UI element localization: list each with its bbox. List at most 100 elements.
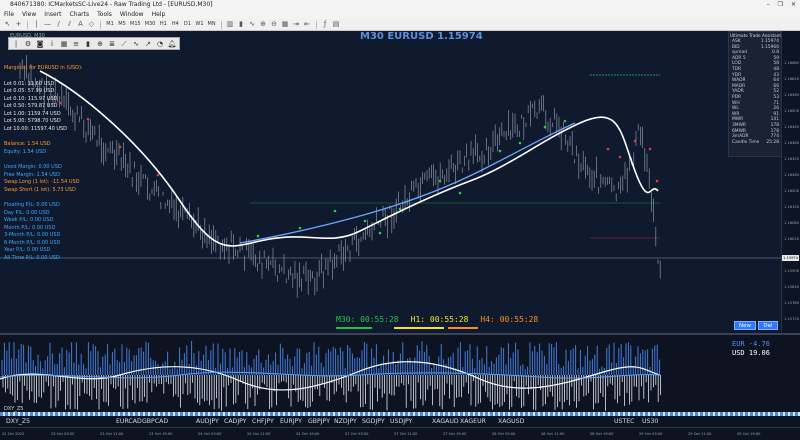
close-button[interactable]: ✕ (791, 0, 796, 10)
symbol-tab[interactable]: XAGEUR (460, 418, 486, 425)
menu-file[interactable]: File (4, 10, 14, 19)
symbol-tab[interactable]: XAGUSD (498, 418, 524, 425)
menu-view[interactable]: View (22, 10, 36, 19)
pl-row: Floating P/L: 0.00 USD (4, 202, 60, 208)
timeframe-w1[interactable]: W1 (194, 20, 204, 29)
current-price-badge: 1.15974 (782, 255, 799, 261)
timeframe-m15[interactable]: M15 (129, 20, 142, 29)
channel-icon[interactable]: ⫽ (65, 20, 74, 29)
symbol-tab[interactable]: EURCAD (116, 418, 142, 425)
timeframe-m30[interactable]: M30 (144, 20, 157, 29)
menu-help[interactable]: Help (152, 10, 166, 19)
menu-insert[interactable]: Insert (44, 10, 61, 19)
trendline-icon[interactable]: / (54, 20, 63, 29)
info-icon[interactable]: i (47, 39, 57, 49)
menu-tools[interactable]: Tools (97, 10, 112, 19)
templates-icon[interactable]: ▤ (332, 20, 341, 29)
symbol-tab[interactable]: US30 (642, 418, 658, 425)
main-chart[interactable]: | ⚙ ◙ i ▦ ≡ ▮ ⊕ ≣ ⟋ ∿ ↗ ◔ 🔔︎ EURUSD, M30… (0, 31, 800, 333)
lot-row: Lot 1.00: 1159.74 USD (4, 110, 61, 117)
symbol-tab[interactable]: USTEC (614, 418, 634, 425)
zoom-in-icon[interactable]: ⊕ (259, 20, 268, 29)
crosshair-icon[interactable]: + (14, 20, 23, 29)
pie-icon[interactable]: ◔ (155, 39, 165, 49)
buy-signal-dot (363, 219, 367, 223)
symbol-tab[interactable]: CADJPY (224, 418, 247, 425)
time-tick-label: 29 Oct 19:00 (737, 432, 761, 436)
auto-scroll-icon[interactable]: ⇥ (292, 20, 301, 29)
time-tick-label: 24 Oct 03:00 (198, 432, 222, 436)
symbol-tab[interactable]: AUDJPY (196, 418, 219, 425)
shapes-icon[interactable]: ◇ (87, 20, 96, 29)
price-axis[interactable]: 1.15974 1.16680 1.16620 1.16560 1.16500 1.16… (781, 31, 800, 333)
timeframe-m5[interactable]: M5 (117, 20, 127, 29)
chart-shift-icon[interactable]: ⇤ (303, 20, 312, 29)
toolbar-divider (27, 20, 28, 29)
camera-icon[interactable]: ◙ (35, 39, 45, 49)
chart-title: M30 EURUSD 1.15974 (360, 31, 483, 42)
symbol-tab[interactable]: NZDJPY (334, 418, 357, 425)
symbol-tab[interactable]: CHFJPY (252, 418, 274, 425)
main-toolbar: ↖ + | — / ⫽ A ◇ M1 M5 M15 M30 H1 H4 D1 W… (0, 19, 800, 31)
pl-row: Week P/L: 0.00 USD (4, 217, 54, 223)
menu-bar: File View Insert Charts Tools Window Hel… (0, 10, 800, 19)
line-chart-icon[interactable]: ∿ (248, 20, 257, 29)
window-title: 840671380: ICMarketsSC-Live24 - Raw Trad… (10, 1, 213, 8)
wave-icon[interactable]: ∿ (131, 39, 141, 49)
bar-chart-icon[interactable]: ▥ (226, 20, 235, 29)
indicators-icon[interactable]: ƒ (321, 20, 330, 29)
maximize-button[interactable]: ❐ (778, 0, 783, 10)
timeframe-m1[interactable]: M1 (105, 20, 115, 29)
price-tick-label: 1.15840 (784, 285, 799, 289)
symbol-tab[interactable]: GBPJPY (308, 418, 330, 425)
minimize-button[interactable]: – (767, 0, 770, 10)
timeframe-h4[interactable]: H4 (170, 20, 180, 29)
toolbar-divider (220, 20, 222, 29)
new-button[interactable]: New (734, 321, 756, 330)
symbol-tab[interactable]: DXY_Z5 (6, 418, 30, 425)
buy-signal-dot (398, 207, 402, 211)
text-icon[interactable]: A (76, 20, 85, 29)
symbol-tab[interactable]: XAGAUD (432, 418, 459, 425)
cursor-icon[interactable]: ↖ (3, 20, 12, 29)
symbol-tab[interactable]: GBPCAD (142, 418, 168, 425)
buy-signal-dot (563, 119, 567, 123)
menu-charts[interactable]: Charts (70, 10, 90, 19)
zoom-icon[interactable]: ⊕ (95, 39, 105, 49)
price-tick-label: 1.16260 (784, 173, 799, 177)
assistant-value: 25:28 (766, 139, 779, 145)
price-tick-label: 1.16560 (784, 93, 799, 97)
vertical-line-icon[interactable]: | (32, 20, 41, 29)
h4-timer: H4: 00:55:28 (480, 315, 539, 324)
candle-icon[interactable]: ▮ (83, 39, 93, 49)
lot-row: Lot 0.01: 11.60 USD (4, 80, 55, 87)
grid-icon[interactable]: ▦ (59, 39, 69, 49)
trend-icon[interactable]: ↗ (143, 39, 153, 49)
fibo-icon[interactable]: ≣ (107, 39, 117, 49)
assistant-title: Ultimate Trade Assistant (729, 33, 782, 38)
timeframe-h1[interactable]: H1 (158, 20, 168, 29)
horizontal-line-icon[interactable]: — (43, 20, 52, 29)
price-tick-label: 1.15720 (784, 317, 799, 321)
currency-strength-box: EUR -4.76 USD 19.06 (732, 340, 770, 358)
sell-signal-dot (606, 147, 610, 151)
currency-strength-subwindow[interactable]: DXY_Z5 EUR -4.76 USD 19.06 (0, 335, 800, 412)
timeframe-d1[interactable]: D1 (182, 20, 192, 29)
menu-window[interactable]: Window (120, 10, 144, 19)
symbol-tab[interactable]: USDJPY (390, 418, 412, 425)
candlestick-icon[interactable]: ▮ (237, 20, 246, 29)
bell-icon[interactable]: 🔔︎ (167, 39, 177, 49)
timeframe-mn[interactable]: MN (207, 20, 217, 29)
del-button[interactable]: Del (758, 321, 778, 330)
symbol-label: EURUSD, M30 (10, 33, 45, 39)
hline-icon[interactable]: ≡ (71, 39, 81, 49)
zoom-out-icon[interactable]: ⊖ (270, 20, 279, 29)
symbol-tab[interactable]: EURJPY (280, 418, 302, 425)
sell-signal-dot (618, 155, 622, 159)
symbol-tab[interactable]: SGDJPY (362, 418, 385, 425)
tile-windows-icon[interactable]: ▦ (281, 20, 290, 29)
gear-icon[interactable]: ⚙ (23, 39, 33, 49)
ruler-icon[interactable]: ⟋ (119, 39, 129, 49)
pointer-icon[interactable]: | (11, 39, 21, 49)
time-tick-label: 22 Oct 2025 (2, 432, 25, 436)
